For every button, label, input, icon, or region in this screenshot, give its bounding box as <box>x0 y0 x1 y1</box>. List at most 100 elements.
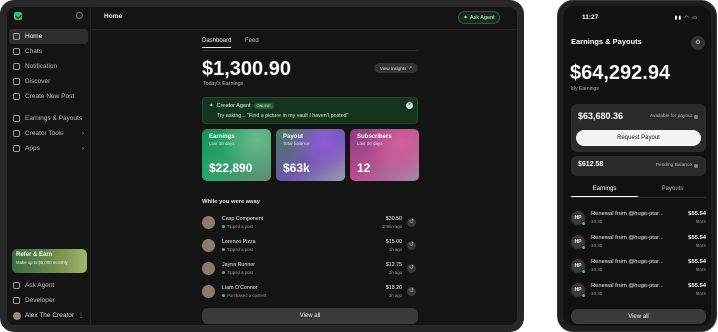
info-icon[interactable] <box>694 163 698 168</box>
sidebar-item-label: Notification <box>25 63 58 70</box>
more-link[interactable]: More <box>696 291 706 296</box>
sidebar-item-label: Ask Agent <box>25 282 55 289</box>
activity-desc: Tipped a post <box>222 270 253 275</box>
user-profile[interactable]: Alex The Creator ⋮ <box>9 308 88 323</box>
list-item[interactable]: Lorenzo Pizza Tipped a post $15.00 1h ag… <box>202 236 418 258</box>
earnings-card[interactable]: Earnings Last 30 days $22,890 <box>202 129 271 181</box>
sidebar-item-creator-tools[interactable]: Creator Tools › <box>9 126 88 141</box>
available-amount: $63,680.36 <box>578 111 624 121</box>
sidebar-item-label: Apps <box>25 145 40 152</box>
grid-icon <box>13 145 20 152</box>
sidebar-item-label: Developer <box>25 297 55 304</box>
today-earnings-label: Today's Earnings <box>203 81 244 87</box>
transaction-amount: $55.54 <box>688 283 706 289</box>
list-item[interactable]: Jayna Runner Tipped a post $12.75 2h ago <box>202 259 418 281</box>
activity-desc: Tipped a post <box>222 247 253 252</box>
avatar <box>202 239 215 252</box>
pending-amount: $612.58 <box>578 161 604 168</box>
tools-icon <box>13 130 20 137</box>
view-all-button[interactable]: View all <box>571 309 706 324</box>
activity-desc-text: Tipped a post <box>227 247 253 252</box>
transaction-time: 20:35 <box>591 291 603 296</box>
reply-icon[interactable] <box>407 241 416 250</box>
sidebar-item-label: Create New Post <box>25 93 75 100</box>
stat-label: Earnings <box>209 134 235 140</box>
tab-earnings[interactable]: Earnings <box>571 186 638 197</box>
sidebar-bottom-nav: Ask Agent Developer Alex The Creator ⋮ <box>9 278 88 323</box>
section-title: While you were away <box>202 199 260 205</box>
list-item[interactable]: HP Renewal from @huge-ptar... 20:35 $55.… <box>571 232 708 255</box>
close-icon[interactable]: × <box>406 102 413 109</box>
refer-title: Refer & Earn <box>16 252 53 258</box>
view-all-button[interactable]: View all <box>202 308 418 324</box>
tab-payouts[interactable]: Payouts <box>639 186 706 196</box>
verified-icon <box>581 293 586 298</box>
stat-label: Payout <box>283 134 304 140</box>
collapse-sidebar-icon[interactable] <box>76 12 83 19</box>
reply-icon[interactable] <box>407 264 416 273</box>
subscribers-card[interactable]: Subscribers Last 30 days 12 <box>350 129 419 181</box>
more-options-icon[interactable]: ⋮ <box>78 312 84 319</box>
sidebar: Home Chats Notification Discover Create … <box>7 7 91 325</box>
stat-value: $22,890 <box>209 161 253 175</box>
compass-icon <box>13 78 20 85</box>
view-insights-button[interactable]: View Insights ↗ <box>374 63 418 73</box>
list-item[interactable]: Casp Component Tipped a post $30.50 10mi… <box>202 213 418 235</box>
more-link[interactable]: More <box>696 243 706 248</box>
sidebar-item-apps[interactable]: Apps › <box>9 141 88 156</box>
more-link[interactable]: More <box>696 267 706 272</box>
content-tabs: Dashboard Feed <box>202 37 418 51</box>
more-link[interactable]: More <box>696 219 706 224</box>
pending-balance-card: $612.58 Pending Balance <box>571 156 706 176</box>
sidebar-item-label: Discover <box>25 78 51 85</box>
list-item[interactable]: HP Renewal from @huge-ptar... 20:35 $55.… <box>571 280 708 303</box>
available-payout-card: $63,680.36 Available for payout Request … <box>571 104 706 152</box>
sparkle-icon: ✦ <box>463 14 468 21</box>
stat-label: Subscribers <box>357 134 392 140</box>
info-icon[interactable] <box>694 114 698 119</box>
activity-name: Lorenzo Pizza <box>222 239 256 245</box>
phone-screen: 11:27 ▮▮ ◠ ▭ Earnings & Payouts ⚙ $64,29… <box>563 6 711 326</box>
list-item[interactable]: HP Renewal from @huge-ptar... 20:35 $55.… <box>571 208 708 231</box>
refer-earn-card[interactable]: Refer & Earn Make up to $5,000 monthly <box>12 249 87 273</box>
ask-agent-button[interactable]: ✦ Ask Agent <box>458 11 500 24</box>
list-item[interactable]: HP Renewal from @huge-ptar... 20:35 $55.… <box>571 256 708 279</box>
status-dot-icon <box>222 225 225 228</box>
sidebar-item-create-post[interactable]: Create New Post <box>9 89 88 104</box>
view-insights-label: View Insights <box>379 65 407 71</box>
transaction-name: Renewal from @huge-ptar... <box>591 283 664 289</box>
tab-dashboard[interactable]: Dashboard <box>202 38 232 48</box>
request-payout-button[interactable]: Request Payout <box>576 130 701 146</box>
app-logo-icon[interactable] <box>14 12 22 20</box>
transaction-name: Renewal from @huge-ptar... <box>591 211 664 217</box>
payout-card[interactable]: Payout Total balance $63k <box>276 129 345 181</box>
sidebar-item-chats[interactable]: Chats <box>9 44 88 59</box>
stat-value: $63k <box>283 161 310 175</box>
activity-amount: $30.50 <box>385 216 402 222</box>
verified-icon <box>581 269 586 274</box>
tablet-device: Home Chats Notification Discover Create … <box>0 0 524 332</box>
stat-sub: Last 30 days <box>209 141 235 146</box>
sidebar-item-notification[interactable]: Notification <box>9 59 88 74</box>
sidebar-item-discover[interactable]: Discover <box>9 74 88 89</box>
reply-icon[interactable] <box>407 287 416 296</box>
status-badge: ONLINE <box>253 103 274 109</box>
transaction-time: 20:35 <box>591 267 603 272</box>
main-content: Home ✦ Ask Agent Dashboard Feed $1,300.90… <box>91 7 517 325</box>
creator-agent-card[interactable]: ✦ Creator Agent ONLINE Try asking... "Find… <box>202 97 418 124</box>
activity-desc: Tipped a post <box>222 224 253 229</box>
reply-icon[interactable] <box>407 218 416 227</box>
sidebar-item-home[interactable]: Home <box>9 29 88 44</box>
home-icon <box>13 33 20 40</box>
transaction-amount: $55.54 <box>688 259 706 265</box>
sidebar-item-ask-agent[interactable]: Ask Agent <box>9 278 88 293</box>
sidebar-item-earnings[interactable]: Earnings & Payouts <box>9 111 88 126</box>
list-item[interactable]: Liam O'Connor Purchased a content $18.20… <box>202 282 418 304</box>
transaction-amount: $55.54 <box>688 235 706 241</box>
tab-feed[interactable]: Feed <box>245 38 259 47</box>
sidebar-item-developer[interactable]: Developer <box>9 293 88 308</box>
settings-icon[interactable]: ⚙ <box>691 36 705 50</box>
status-icons: ▮▮ ◠ ▭ <box>675 15 698 21</box>
sparkle-icon: ✦ <box>209 103 214 109</box>
page-title: Earnings & Payouts <box>571 37 642 46</box>
